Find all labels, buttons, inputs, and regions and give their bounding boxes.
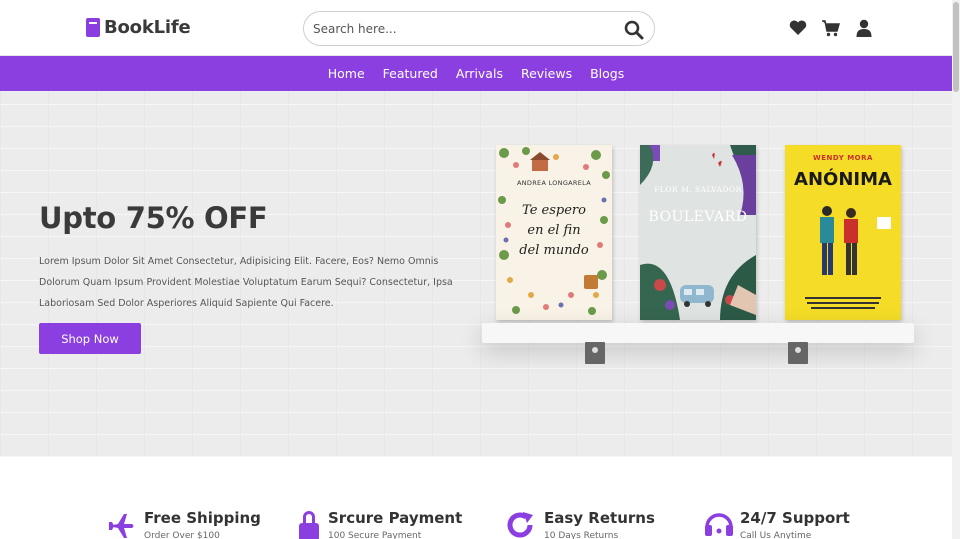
feature-title: Easy Returns: [544, 509, 655, 527]
search-box: [303, 11, 655, 46]
nav-reviews[interactable]: Reviews: [521, 66, 572, 81]
book-cover[interactable]: WENDY MORA ANÓNIMA: [785, 145, 901, 320]
nav-blogs[interactable]: Blogs: [590, 66, 624, 81]
page-scrollbar[interactable]: [952, 0, 960, 539]
shelf-bracket: [585, 342, 605, 364]
book-icon: [86, 18, 100, 37]
feature-subtitle: Order Over $100: [144, 531, 220, 539]
feature-subtitle: 100 Secure Payment: [328, 531, 422, 539]
logo[interactable]: BookLife: [86, 17, 191, 38]
feature-item: Srcure Payment 100 Secure Payment: [298, 509, 462, 539]
nav-arrivals[interactable]: Arrivals: [456, 66, 503, 81]
main-nav: Home Featured Arrivals Reviews Blogs: [0, 56, 952, 91]
book-title-line: del mundo: [519, 243, 589, 258]
header-icons: [788, 18, 874, 38]
hero-description: Lorem Ipsum Dolor Sit Amet Consectetur, …: [39, 256, 453, 309]
book-title: BOULEVARD: [648, 209, 748, 225]
nav-home[interactable]: Home: [328, 66, 365, 81]
shelf-bracket: [788, 342, 808, 364]
feature-subtitle: Call Us Anytime: [740, 531, 812, 539]
hero-title: Upto 75% OFF: [39, 201, 268, 235]
book-cover[interactable]: ANDREA LONGARELA Te espero en el fin del…: [496, 145, 612, 320]
feature-item: Easy Returns 10 Days Returns: [506, 509, 655, 539]
hero-section: Upto 75% OFF Lorem Ipsum Dolor Sit Amet …: [0, 91, 952, 457]
brand-name: BookLife: [104, 17, 191, 38]
features-section: Free Shipping Order Over $100 Srcure Pay…: [0, 457, 952, 539]
plane-icon: [106, 511, 136, 539]
header: BookLife: [0, 0, 952, 56]
lock-icon: [298, 511, 328, 539]
book-title: ANÓNIMA: [794, 169, 892, 190]
feature-title: 24/7 Support: [740, 509, 850, 527]
feature-title: Free Shipping: [144, 509, 261, 527]
heart-icon[interactable]: [788, 18, 808, 38]
book-title-line: Te espero: [522, 203, 586, 218]
book-author: ANDREA LONGARELA: [517, 179, 591, 187]
book-title-line: en el fin: [527, 223, 581, 238]
nav-featured[interactable]: Featured: [383, 66, 438, 81]
feature-subtitle: 10 Days Returns: [544, 531, 619, 539]
headset-icon: [704, 511, 734, 539]
feature-item: Free Shipping Order Over $100: [106, 509, 261, 539]
book-author: WENDY MORA: [813, 154, 873, 162]
search-icon[interactable]: [624, 20, 644, 40]
feature-item: 24/7 Support Call Us Anytime: [704, 509, 850, 539]
shelf: [482, 323, 914, 343]
cart-icon[interactable]: [821, 18, 841, 38]
shop-now-button[interactable]: Shop Now: [39, 323, 141, 354]
redo-icon: [506, 511, 536, 539]
book-cover[interactable]: FLOR M. SALVADOR BOULEVARD: [640, 145, 756, 320]
user-icon[interactable]: [854, 18, 874, 38]
scrollbar-thumb[interactable]: [953, 2, 959, 92]
feature-title: Srcure Payment: [328, 509, 463, 527]
book-author: FLOR M. SALVADOR: [654, 185, 742, 194]
search-input[interactable]: [313, 20, 613, 38]
